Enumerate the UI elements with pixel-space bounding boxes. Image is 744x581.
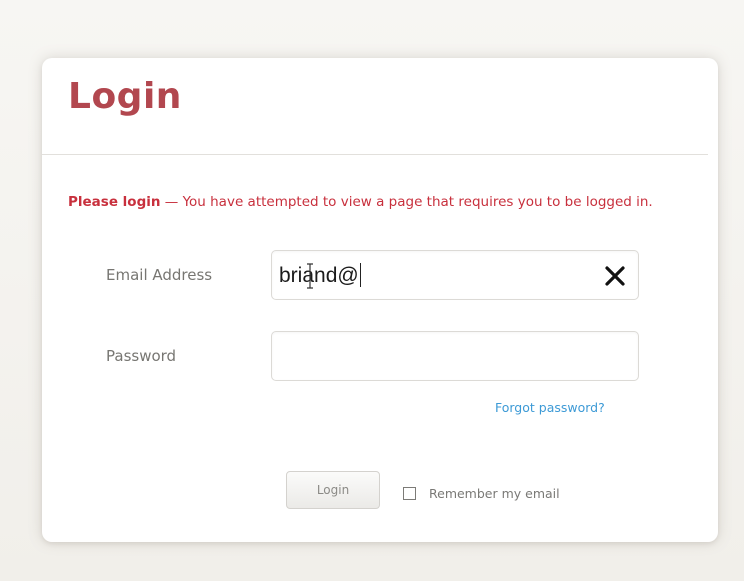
email-field[interactable]: briand@ [271,250,639,300]
email-value-text: briand@ [279,264,359,287]
alert-message-text: — You have attempted to view a page that… [160,194,653,210]
close-x-icon[interactable] [604,265,626,287]
password-field[interactable] [271,331,639,381]
email-label: Email Address [106,266,213,284]
remember-email-label[interactable]: Remember my email [429,486,560,501]
login-card: Login Please login — You have attempted … [42,58,718,542]
page-title: Login [68,76,182,117]
email-field-value[interactable]: briand@ [279,263,361,288]
title-divider [42,154,708,155]
login-button[interactable]: Login [286,471,380,509]
remember-email-checkbox[interactable] [403,487,416,500]
remember-email-option[interactable]: Remember my email [403,486,560,501]
login-required-alert: Please login — You have attempted to vie… [68,192,698,212]
text-caret [359,263,361,287]
forgot-password-link[interactable]: Forgot password? [495,400,605,415]
alert-strong-text: Please login [68,194,161,210]
password-label: Password [106,347,177,365]
